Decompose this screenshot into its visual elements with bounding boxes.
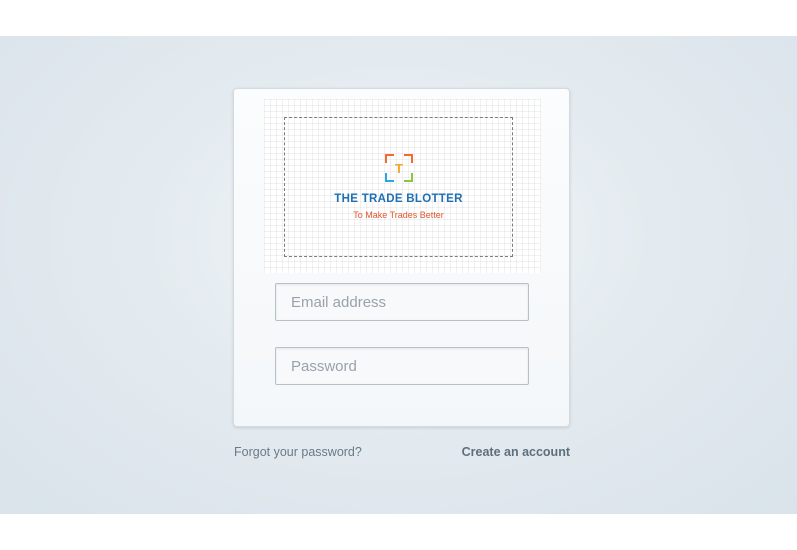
logo-tagline: To Make Trades Better [353, 210, 444, 220]
password-field[interactable] [275, 347, 529, 385]
logo-area: T THE TRADE BLOTTER To Make Trades Bette… [264, 99, 541, 273]
logo-mark-letter: T [395, 161, 403, 176]
logo-frame: T THE TRADE BLOTTER To Make Trades Bette… [284, 117, 513, 257]
create-account-link[interactable]: Create an account [462, 445, 570, 459]
login-card: T THE TRADE BLOTTER To Make Trades Bette… [233, 88, 570, 427]
forgot-password-link[interactable]: Forgot your password? [234, 445, 362, 459]
page-background: T THE TRADE BLOTTER To Make Trades Bette… [0, 36, 797, 514]
email-field[interactable] [275, 283, 529, 321]
logo-title: THE TRADE BLOTTER [334, 193, 463, 205]
trade-blotter-logo-icon: T [385, 154, 413, 182]
